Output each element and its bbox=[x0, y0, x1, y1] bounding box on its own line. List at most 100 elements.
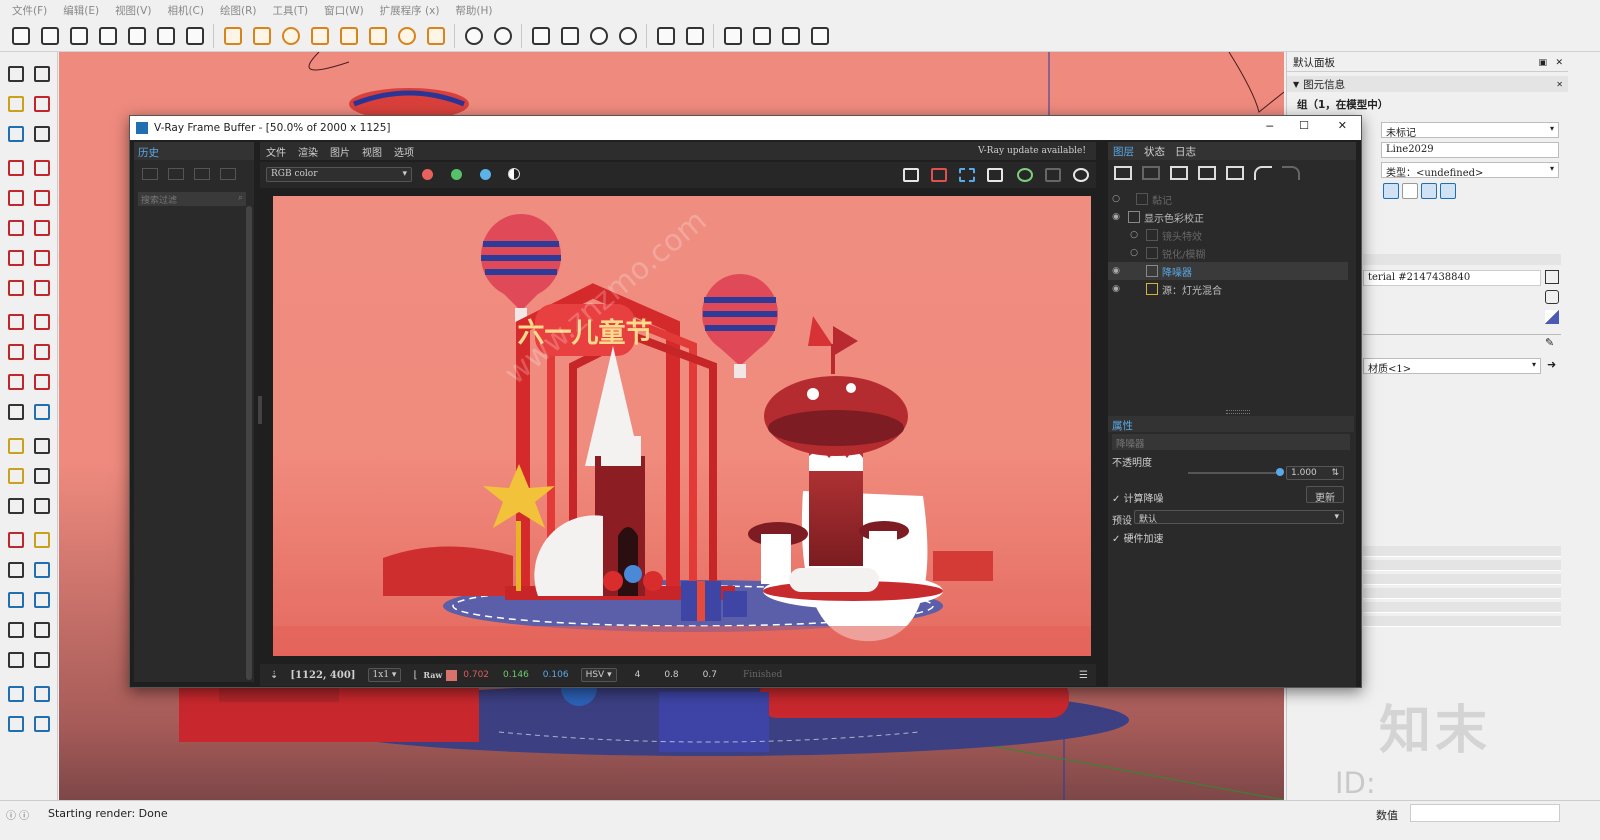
home-view-icon[interactable] bbox=[66, 23, 92, 49]
close-window-icon[interactable]: ✕ bbox=[1338, 119, 1347, 132]
vray-render-icon[interactable] bbox=[461, 23, 487, 49]
front-view-icon[interactable] bbox=[95, 23, 121, 49]
vray-frame-buffer-window[interactable]: V-Ray Frame Buffer - [50.0% of 2000 x 11… bbox=[129, 115, 1362, 688]
vfb-titlebar[interactable]: V-Ray Frame Buffer - [50.0% of 2000 x 11… bbox=[130, 116, 1361, 140]
vfb-menu-options[interactable]: 选项 bbox=[388, 144, 420, 159]
fog-icon[interactable] bbox=[778, 23, 804, 49]
collapsed-section-6[interactable] bbox=[1363, 616, 1561, 627]
orbit-icon[interactable] bbox=[30, 62, 54, 86]
render-teapot-vfb-icon[interactable] bbox=[1070, 164, 1092, 186]
arc3-icon[interactable] bbox=[4, 276, 28, 300]
menu-help[interactable]: 帮助(H) bbox=[447, 3, 500, 18]
intersect-icon[interactable] bbox=[4, 400, 28, 424]
channel-select[interactable]: RGB color ▾ bbox=[266, 167, 412, 182]
menu-edit[interactable]: 编辑(E) bbox=[55, 3, 107, 18]
preset-select[interactable]: 默认 ▾ bbox=[1134, 510, 1344, 525]
sphere-light-icon[interactable] bbox=[278, 23, 304, 49]
lock-icon[interactable] bbox=[807, 23, 833, 49]
color-mode-select[interactable]: HSV ▾ bbox=[580, 668, 617, 682]
tab-layers[interactable]: 图层 bbox=[1108, 144, 1139, 159]
sandbox-icon[interactable] bbox=[4, 682, 28, 706]
collapse-icon[interactable]: ▼ bbox=[1293, 80, 1299, 89]
panel-resize-grip[interactable] bbox=[1226, 410, 1250, 414]
undo-icon[interactable] bbox=[1254, 166, 1272, 180]
update-notice[interactable]: V-Ray update available! bbox=[978, 146, 1086, 156]
material-swatch-icon[interactable] bbox=[1545, 310, 1559, 324]
interactive-render-icon[interactable] bbox=[557, 23, 583, 49]
layer-sharpen-blur[interactable]: ○ 锐化/模糊 bbox=[1108, 244, 1348, 262]
paint-bucket-icon[interactable] bbox=[4, 92, 28, 116]
pin-cursor-icon[interactable]: ⇣ bbox=[270, 670, 278, 681]
collapsed-section-2[interactable] bbox=[1363, 560, 1561, 571]
menu-draw[interactable]: 绘图(R) bbox=[212, 3, 265, 18]
eraser-icon[interactable] bbox=[30, 92, 54, 116]
save-image-icon[interactable] bbox=[900, 164, 922, 186]
entity-info-title[interactable]: 图元信息 bbox=[1303, 77, 1345, 92]
region-render-icon[interactable] bbox=[956, 164, 978, 186]
orbit-tool-icon[interactable] bbox=[4, 528, 28, 552]
redo-icon[interactable] bbox=[1282, 166, 1300, 180]
menu-view[interactable]: 视图(V) bbox=[107, 3, 159, 18]
3d-text-icon[interactable] bbox=[30, 494, 54, 518]
vfb-menu-render[interactable]: 渲染 bbox=[292, 144, 324, 159]
arc-icon[interactable] bbox=[4, 246, 28, 270]
green-channel-toggle[interactable] bbox=[451, 169, 462, 180]
save-layers-icon[interactable] bbox=[1170, 166, 1188, 180]
scene-icon[interactable] bbox=[720, 23, 746, 49]
asset-editor-icon[interactable] bbox=[490, 23, 516, 49]
layer-denoiser[interactable]: ◉ 降噪器 bbox=[1108, 262, 1348, 280]
curve-icon[interactable]: ⌊ bbox=[413, 670, 417, 681]
protractor-icon[interactable] bbox=[4, 464, 28, 488]
blue-channel-toggle[interactable] bbox=[480, 169, 491, 180]
spot-light-icon[interactable] bbox=[249, 23, 275, 49]
menu-tools[interactable]: 工具(T) bbox=[264, 3, 316, 18]
alpha-channel-toggle[interactable] bbox=[508, 168, 520, 180]
cast-shadow-icon[interactable] bbox=[1421, 183, 1437, 199]
pie-icon[interactable] bbox=[30, 276, 54, 300]
section-plane-icon[interactable] bbox=[653, 23, 679, 49]
render-last-icon[interactable] bbox=[1014, 164, 1036, 186]
arc2-icon[interactable] bbox=[30, 246, 54, 270]
pan-icon[interactable] bbox=[30, 528, 54, 552]
clear-image-icon[interactable] bbox=[928, 164, 950, 186]
zoom-extents-icon[interactable] bbox=[4, 588, 28, 612]
maximize-icon[interactable]: ☐ bbox=[1299, 119, 1309, 132]
history-search-input[interactable]: 搜索过滤 ⌕ bbox=[138, 192, 246, 206]
material-icon[interactable] bbox=[1545, 270, 1559, 284]
vfb-icon[interactable] bbox=[615, 23, 641, 49]
add-layer-icon[interactable] bbox=[1114, 166, 1132, 180]
select-icon[interactable] bbox=[4, 62, 28, 86]
rect-light-icon[interactable] bbox=[307, 23, 333, 49]
update-button[interactable]: 更新 bbox=[1306, 486, 1344, 504]
cloud-render-icon[interactable] bbox=[586, 23, 612, 49]
components-icon[interactable] bbox=[8, 23, 34, 49]
dome-light-icon[interactable] bbox=[394, 23, 420, 49]
load-layers-icon[interactable] bbox=[1198, 166, 1216, 180]
smoove-icon[interactable] bbox=[4, 712, 28, 736]
material-name-field[interactable]: terial #2147438840 bbox=[1363, 270, 1541, 286]
layer-display-correction[interactable]: ◉ 显示色彩校正 bbox=[1108, 208, 1348, 226]
close-small-icon[interactable]: ✕ bbox=[1556, 80, 1563, 89]
collapsed-section-5[interactable] bbox=[1363, 602, 1561, 613]
history-delete-icon[interactable] bbox=[220, 168, 236, 180]
layer-stamp[interactable]: ○ 黏记 bbox=[1108, 190, 1348, 208]
previous-view-icon[interactable] bbox=[30, 588, 54, 612]
vfb-menu-image[interactable]: 图片 bbox=[324, 144, 356, 159]
move-icon[interactable] bbox=[4, 310, 28, 334]
component-icon[interactable] bbox=[4, 122, 28, 146]
measurements-input[interactable] bbox=[1410, 804, 1560, 822]
walk-icon[interactable] bbox=[30, 618, 54, 642]
offset-icon[interactable] bbox=[30, 370, 54, 394]
eyedropper-icon[interactable]: ✎ bbox=[1545, 336, 1554, 349]
vfb-menu-file[interactable]: 文件 bbox=[260, 144, 292, 159]
collapsed-section-1[interactable] bbox=[1363, 546, 1561, 557]
left-view-icon[interactable] bbox=[153, 23, 179, 49]
layer-light-mix[interactable]: ◉ 源：灯光混合 bbox=[1108, 280, 1348, 298]
remove-layer-icon[interactable] bbox=[1142, 166, 1160, 180]
back-view-icon[interactable] bbox=[124, 23, 150, 49]
menu-camera[interactable]: 相机(C) bbox=[159, 3, 212, 18]
display-section-icon[interactable] bbox=[682, 23, 708, 49]
section-icon[interactable] bbox=[30, 648, 54, 672]
look-around-icon[interactable] bbox=[4, 648, 28, 672]
tab-stats[interactable]: 状态 bbox=[1139, 144, 1170, 159]
